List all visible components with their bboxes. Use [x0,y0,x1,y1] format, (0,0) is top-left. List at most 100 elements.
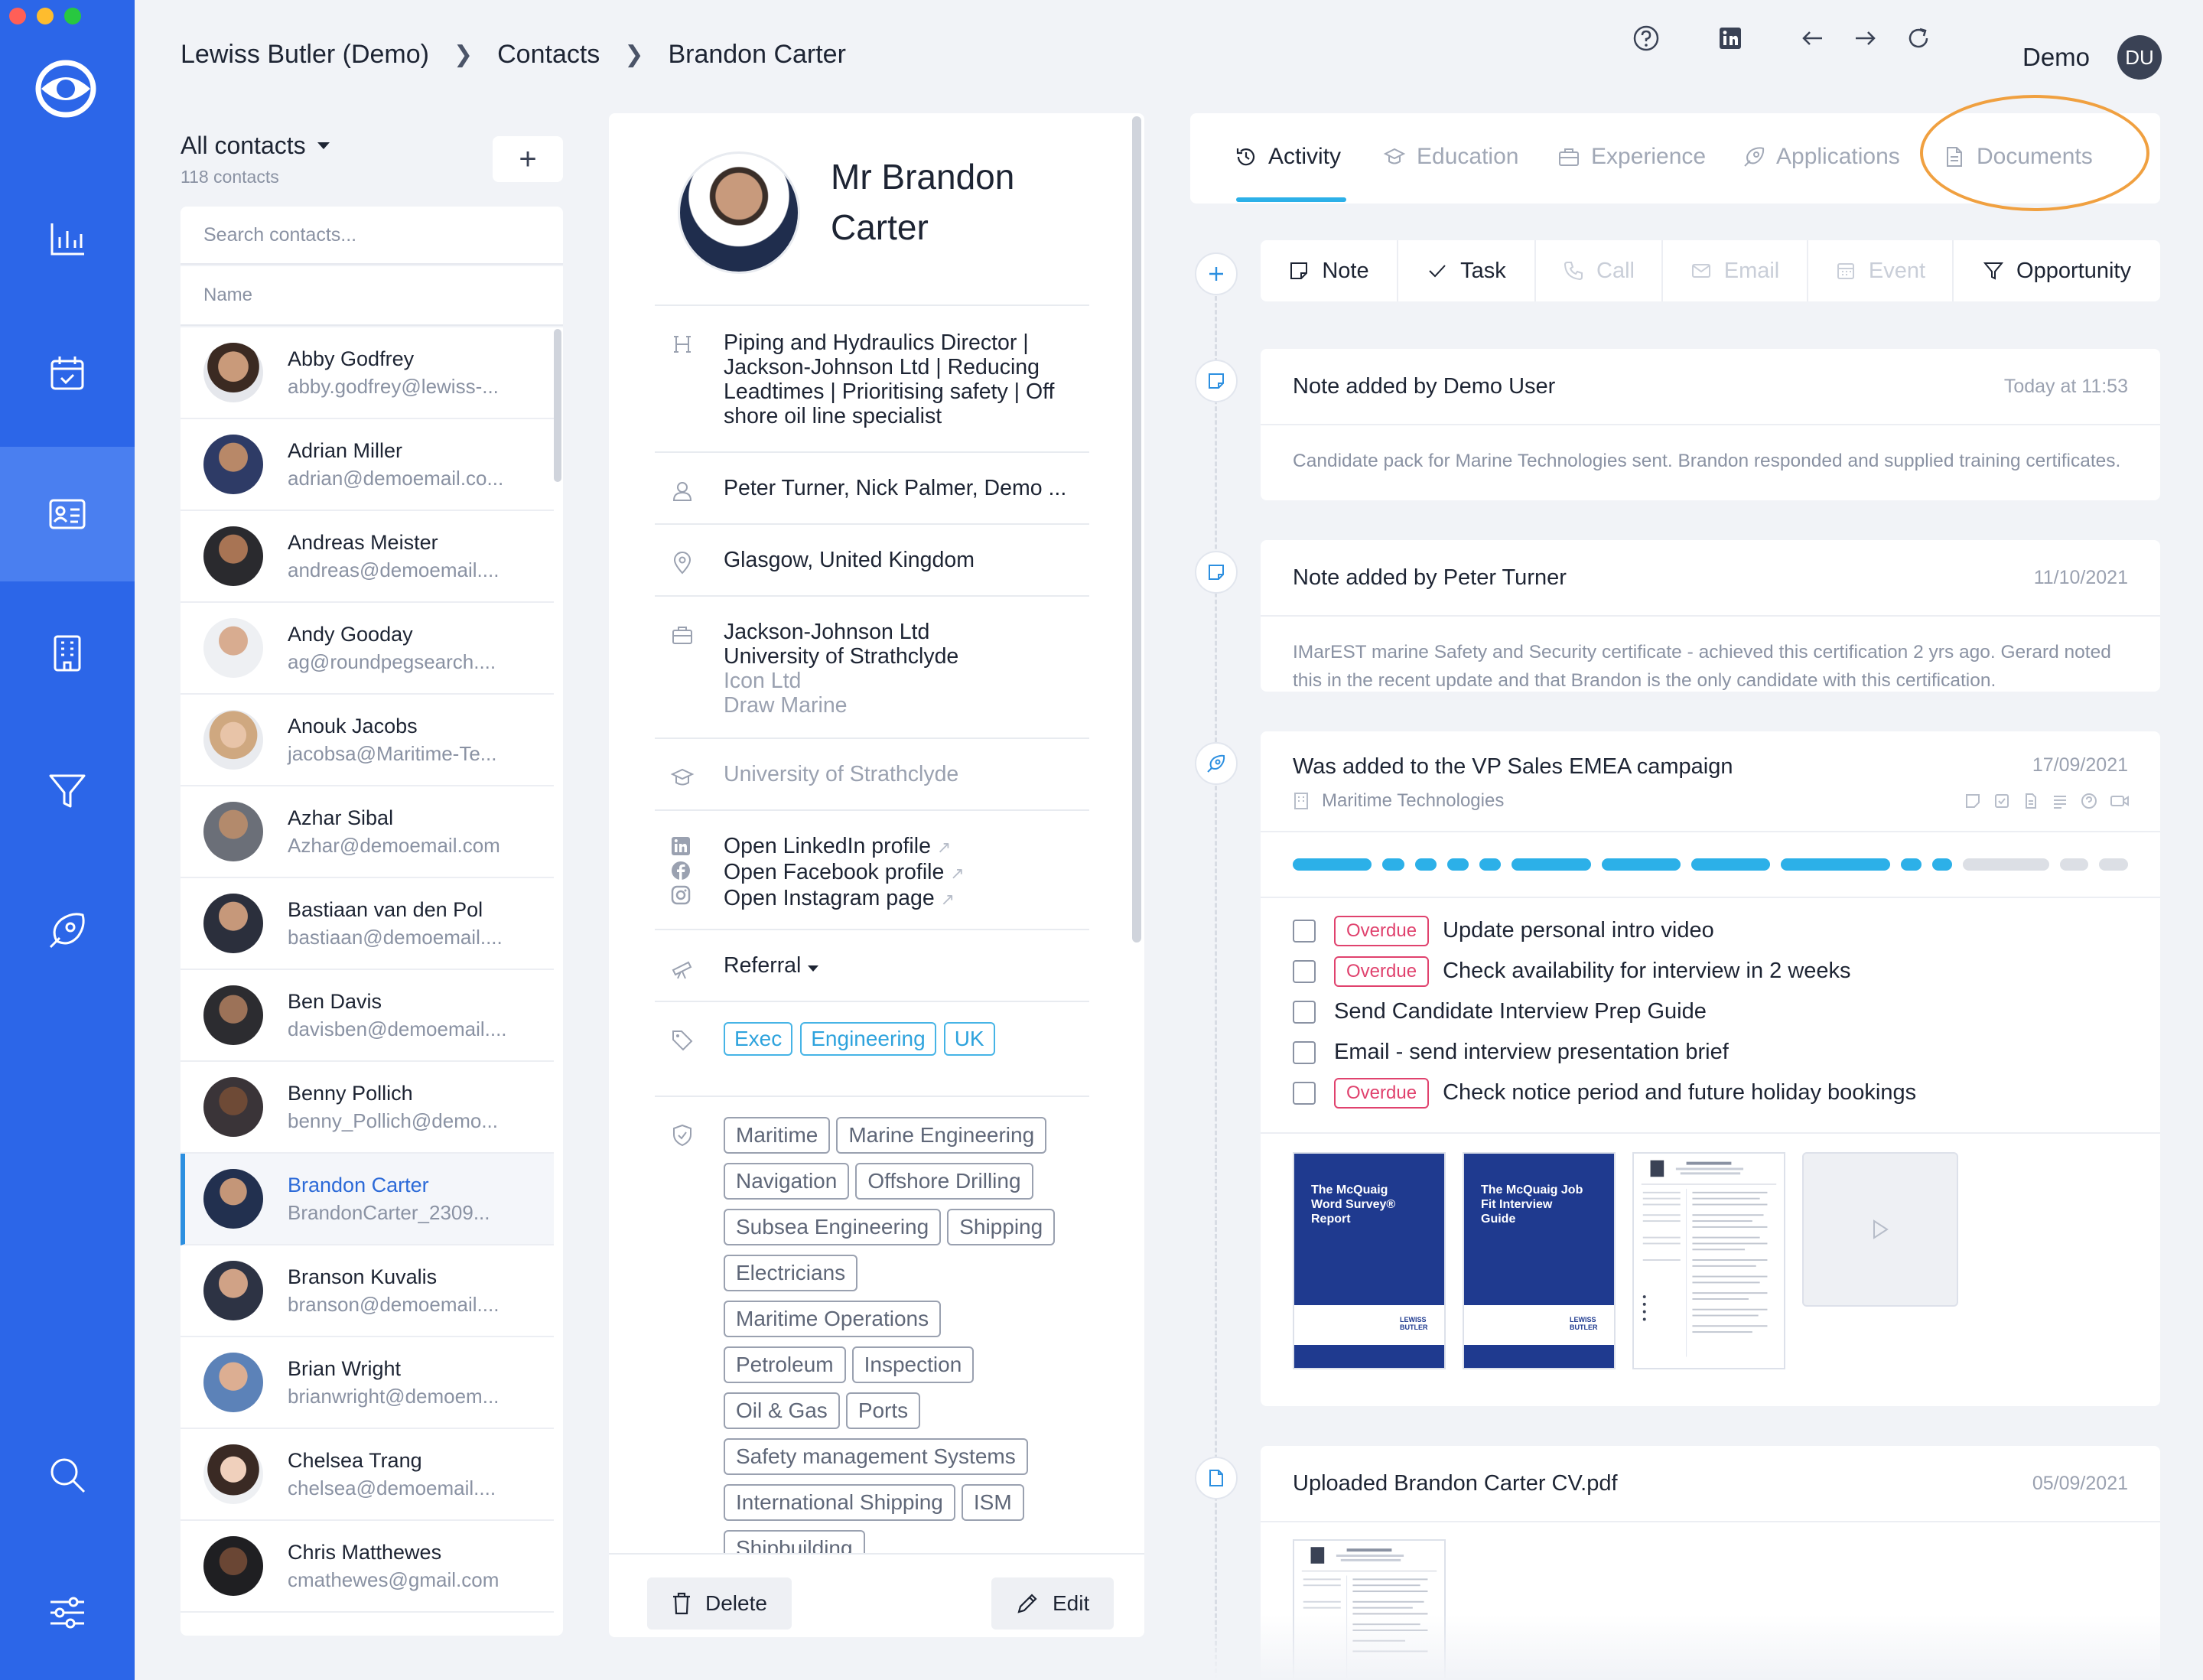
note-action-button[interactable]: Note [1261,240,1398,301]
logo-eye-icon[interactable] [34,57,98,121]
contact-row[interactable]: Anouk Jacobs jacobsa@Maritime-Te... [181,695,554,786]
edit-button[interactable]: Edit [991,1577,1115,1630]
company-current[interactable]: University of Strathclyde [724,644,1089,669]
tag-chip[interactable]: Engineering [800,1022,936,1056]
breadcrumb-account[interactable]: Lewiss Butler (Demo) [181,40,429,70]
skill-chip[interactable]: Maritime [724,1117,831,1154]
contact-row[interactable]: Branson Kuvalis branson@demoemail.... [181,1245,554,1337]
task-item[interactable]: Send Candidate Interview Prep Guide [1261,991,2160,1032]
email-action-button[interactable]: Email [1663,240,1808,301]
opportunity-action-button[interactable]: Opportunity [1954,240,2160,301]
contact-row[interactable]: Ben Davis davisben@demoemail.... [181,970,554,1062]
document-thumbnail[interactable]: The McQuaig Job Fit Interview Guide LEWI… [1463,1152,1616,1369]
contact-row[interactable]: Brian Wright brianwright@demoem... [181,1337,554,1429]
nav-settings[interactable] [0,1545,135,1680]
contact-list-scrollbar[interactable] [554,329,561,482]
tab-applications[interactable]: Applications [1743,144,1900,170]
task-action-button[interactable]: Task [1398,240,1536,301]
contact-row[interactable]: Chris Matthewes cmathewes@gmail.com [181,1521,554,1613]
tag-chip[interactable]: UK [943,1022,995,1056]
zoom-window-button[interactable] [64,8,81,24]
skill-chip[interactable]: Inspection [851,1346,975,1383]
contact-row[interactable]: Benny Pollich benny_Pollich@demo... [181,1062,554,1154]
campaign-company[interactable]: Maritime Technologies [1322,790,1504,812]
skill-chip[interactable]: International Shipping [724,1484,955,1521]
note-card[interactable]: Note added by Demo User Today at 11:53 C… [1261,349,2160,500]
document-thumbnail[interactable]: The McQuaig Word Survey® Report LEWISS B… [1293,1152,1446,1369]
skill-chip[interactable]: Maritime Operations [724,1301,942,1337]
task-checkbox[interactable] [1293,959,1316,983]
name-column-header[interactable]: Name [181,266,563,326]
nav-search[interactable] [0,1408,135,1542]
company-past[interactable]: Draw Marine [724,693,1089,718]
user-name[interactable]: Demo [2022,43,2090,72]
profile-scrollbar[interactable] [1132,116,1141,943]
video-thumbnail[interactable] [1802,1152,1958,1307]
skill-chip[interactable]: ISM [961,1484,1024,1521]
skill-chip[interactable]: Shipping [947,1209,1056,1245]
company-past[interactable]: Icon Ltd [724,669,1089,693]
nav-calendar[interactable] [0,306,135,441]
nav-campaigns[interactable] [0,863,135,998]
contact-row[interactable]: Andreas Meister andreas@demoemail.... [181,511,554,603]
minimize-window-button[interactable] [37,8,54,24]
skill-chip[interactable]: Safety management Systems [724,1438,1028,1475]
task-item[interactable]: Overdue Update personal intro video [1261,910,2160,951]
campaign-title[interactable]: Was added to the VP Sales EMEA campaign [1293,754,1733,780]
contact-row-selected[interactable]: Brandon Carter BrandonCarter_2309... [181,1154,554,1245]
contact-row[interactable]: Chelsea Trang chelsea@demoemail.... [181,1429,554,1521]
help-icon[interactable] [1629,21,1663,55]
add-contact-button[interactable]: + [493,136,563,182]
task-item[interactable]: Email - send interview presentation brie… [1261,1032,2160,1073]
source-dropdown[interactable]: Referral [724,930,1089,978]
facebook-profile-link[interactable]: Open Facebook profile ↗ [724,860,1089,886]
event-action-button[interactable]: Event [1808,240,1954,301]
skill-chip[interactable]: Ports [845,1392,921,1429]
contact-row[interactable]: Abby Godfrey abby.godfrey@lewiss-... [181,327,554,419]
back-arrow-icon[interactable] [1796,21,1830,55]
contact-row[interactable]: Bastiaan van den Pol bastiaan@demoemail..… [181,878,554,970]
skill-chip[interactable]: Petroleum [724,1346,846,1383]
delete-button[interactable]: Delete [647,1577,792,1630]
task-checkbox[interactable] [1293,1040,1316,1064]
forward-arrow-icon[interactable] [1848,21,1882,55]
instagram-page-link[interactable]: Open Instagram page ↗ [724,886,1089,912]
task-checkbox[interactable] [1293,919,1316,943]
search-contacts-input[interactable]: Search contacts... [181,207,563,265]
nav-pipeline[interactable] [0,724,135,858]
tab-experience[interactable]: Experience [1557,144,1706,170]
owners-text[interactable]: Peter Turner, Nick Palmer, Demo ... [724,453,1089,500]
video-icon [2110,796,2129,806]
tab-education[interactable]: Education [1383,144,1518,170]
linkedin-profile-link[interactable]: Open LinkedIn profile ↗ [724,834,1089,860]
contact-row[interactable]: Andy Gooday ag@roundpegsearch.... [181,603,554,695]
cv-thumbnail[interactable] [1632,1152,1785,1369]
task-checkbox[interactable] [1293,1000,1316,1024]
note-card[interactable]: Note added by Peter Turner 11/10/2021 IM… [1261,540,2160,692]
linkedin-icon[interactable] [1713,21,1747,55]
skill-chip[interactable]: Navigation [724,1163,850,1200]
skill-chip[interactable]: Offshore Drilling [855,1163,1033,1200]
nav-companies[interactable] [0,586,135,721]
breadcrumb-contacts[interactable]: Contacts [497,40,600,70]
nav-reports[interactable] [0,171,135,306]
tag-chip[interactable]: Exec [724,1022,793,1056]
close-window-button[interactable] [9,8,26,24]
user-avatar[interactable]: DU [2117,35,2162,80]
add-activity-button[interactable] [1195,252,1238,295]
refresh-icon[interactable] [1902,21,1935,55]
contact-list-selector[interactable]: All contacts [181,132,330,160]
tab-activity[interactable]: Activity [1235,144,1341,170]
skill-chip[interactable]: Electricians [724,1255,858,1291]
company-current[interactable]: Jackson-Johnson Ltd [724,620,1089,644]
task-checkbox[interactable] [1293,1081,1316,1105]
contact-row[interactable]: Adrian Miller adrian@demoemail.co... [181,419,554,511]
skill-chip[interactable]: Subsea Engineering [724,1209,942,1245]
call-action-button[interactable]: Call [1536,240,1663,301]
task-item[interactable]: Overdue Check availability for interview … [1261,951,2160,991]
task-item[interactable]: Overdue Check notice period and future ho… [1261,1073,2160,1113]
nav-contacts[interactable] [0,447,135,581]
skill-chip[interactable]: Marine Engineering [836,1117,1047,1154]
skill-chip[interactable]: Oil & Gas [724,1392,840,1429]
contact-row[interactable]: Azhar Sibal Azhar@demoemail.com [181,786,554,878]
